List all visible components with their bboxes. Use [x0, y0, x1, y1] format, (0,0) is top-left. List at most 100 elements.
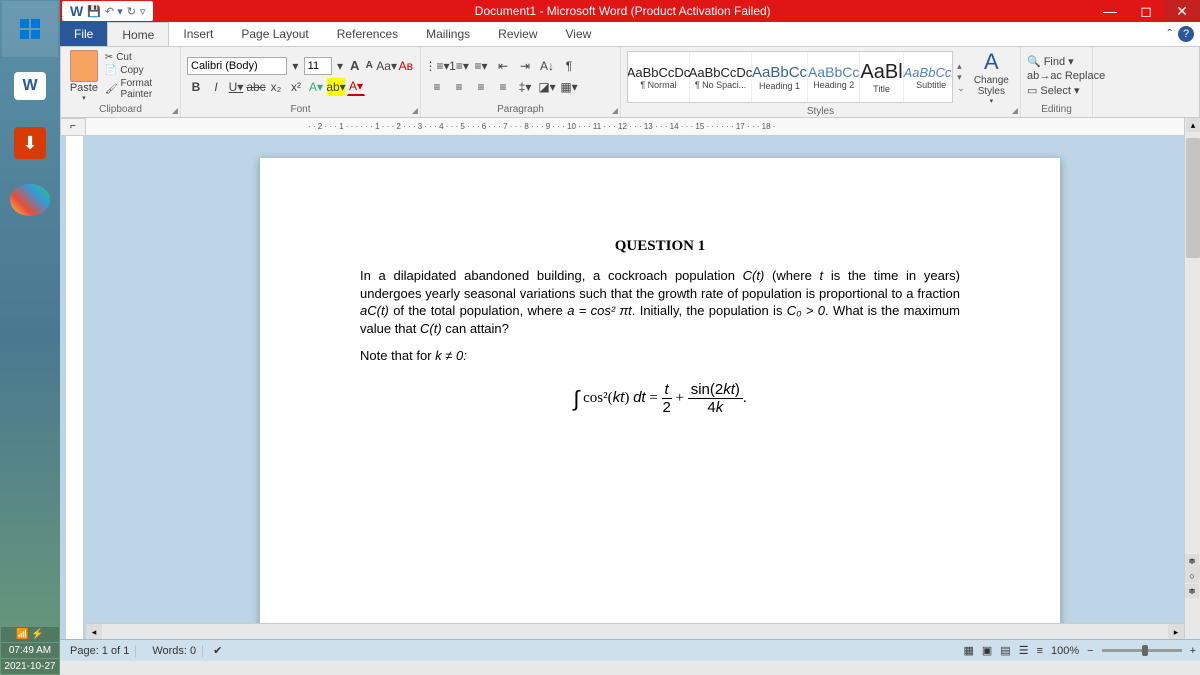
- tab-home[interactable]: Home: [107, 22, 169, 46]
- close-button[interactable]: ✕: [1164, 0, 1200, 22]
- scroll-thumb[interactable]: [1186, 138, 1200, 258]
- font-name-input[interactable]: [187, 57, 287, 75]
- shading-button[interactable]: ◪▾: [537, 78, 557, 96]
- tab-insert[interactable]: Insert: [169, 22, 227, 46]
- scroll-up-icon[interactable]: ▴: [1186, 118, 1200, 132]
- align-right-button[interactable]: ≡: [471, 78, 491, 96]
- document-page[interactable]: QUESTION 1 In a dilapidated abandoned bu…: [260, 158, 1060, 639]
- replace-button[interactable]: ab→ac Replace: [1027, 69, 1086, 83]
- word-app-icon[interactable]: W: [2, 58, 58, 114]
- style-gallery-down-icon[interactable]: ▾: [957, 72, 965, 83]
- font-dialog-launcher-icon[interactable]: ◢: [412, 106, 418, 115]
- help-icon[interactable]: ?: [1178, 26, 1194, 42]
- superscript-button[interactable]: x²: [287, 78, 305, 96]
- decrease-indent-button[interactable]: ⇤: [493, 57, 513, 75]
- undo-icon[interactable]: ↶ ▾: [105, 5, 123, 18]
- paint-app-icon[interactable]: [2, 172, 58, 228]
- numbering-button[interactable]: 1≡▾: [449, 57, 469, 75]
- zoom-in-icon[interactable]: +: [1190, 645, 1196, 657]
- grow-font-button[interactable]: A: [348, 57, 361, 75]
- browse-object-icon[interactable]: ○: [1185, 569, 1199, 583]
- redo-icon[interactable]: ↻: [127, 5, 136, 18]
- font-name-dropdown-icon[interactable]: ▾: [289, 57, 302, 75]
- zoom-level[interactable]: 100%: [1051, 645, 1079, 657]
- maximize-button[interactable]: ◻: [1128, 0, 1164, 22]
- bold-button[interactable]: B: [187, 78, 205, 96]
- zoom-out-icon[interactable]: −: [1087, 645, 1093, 657]
- strikethrough-button[interactable]: abc: [247, 78, 265, 96]
- pdf-app-icon[interactable]: ⬇: [2, 115, 58, 171]
- clear-formatting-button[interactable]: Aʙ: [398, 57, 414, 75]
- tab-references[interactable]: References: [323, 22, 412, 46]
- style-heading-2[interactable]: AaBbCcHeading 2: [808, 52, 860, 102]
- tab-page-layout[interactable]: Page Layout: [227, 22, 322, 46]
- tab-mailings[interactable]: Mailings: [412, 22, 484, 46]
- show-marks-button[interactable]: ¶: [559, 57, 579, 75]
- tab-file[interactable]: File: [60, 22, 107, 46]
- proofing-icon[interactable]: ✔: [213, 644, 222, 657]
- text-effects-button[interactable]: A▾: [307, 78, 325, 96]
- qat-customize-icon[interactable]: ▿: [140, 5, 146, 18]
- styles-dialog-launcher-icon[interactable]: ◢: [1012, 106, 1018, 115]
- clipboard-dialog-launcher-icon[interactable]: ◢: [172, 106, 178, 115]
- tray-date[interactable]: 2021-10-27: [1, 659, 59, 674]
- italic-button[interactable]: I: [207, 78, 225, 96]
- shrink-font-button[interactable]: A: [363, 57, 376, 75]
- multilevel-button[interactable]: ≡▾: [471, 57, 491, 75]
- view-full-screen-icon[interactable]: ▣: [982, 644, 992, 657]
- sort-button[interactable]: A↓: [537, 57, 557, 75]
- font-color-button[interactable]: A▾: [347, 78, 365, 96]
- style-subtitle[interactable]: AaBbCcLSubtitle: [904, 52, 954, 102]
- tab-view[interactable]: View: [552, 22, 606, 46]
- vertical-ruler[interactable]: [66, 136, 84, 639]
- view-outline-icon[interactable]: ☰: [1019, 644, 1029, 657]
- ruler-corner[interactable]: ⌐: [60, 118, 86, 136]
- tray-signal-icon[interactable]: 📶 ⚡: [1, 627, 59, 642]
- windows-start-icon[interactable]: [2, 1, 58, 57]
- horizontal-scrollbar[interactable]: ◂ ▸: [86, 623, 1184, 639]
- paragraph-dialog-launcher-icon[interactable]: ◢: [612, 106, 618, 115]
- justify-button[interactable]: ≡: [493, 78, 513, 96]
- select-button[interactable]: ▭ Select ▾: [1027, 83, 1086, 98]
- format-painter-button[interactable]: 🖌 Format Painter: [105, 77, 174, 101]
- style-heading-1[interactable]: AaBbCcHeading 1: [752, 52, 808, 102]
- view-web-icon[interactable]: ▤: [1000, 644, 1010, 657]
- underline-button[interactable]: U▾: [227, 78, 245, 96]
- align-center-button[interactable]: ≡: [449, 78, 469, 96]
- find-button[interactable]: 🔍 Find ▾: [1027, 54, 1086, 69]
- style-gallery-up-icon[interactable]: ▴: [957, 61, 965, 72]
- word-count[interactable]: Words: 0: [146, 645, 203, 657]
- page-status[interactable]: Page: 1 of 1: [64, 645, 136, 657]
- style-normal[interactable]: AaBbCcDc¶ Normal: [628, 52, 690, 102]
- paste-button[interactable]: Paste ▾: [67, 50, 101, 102]
- style-gallery-more-icon[interactable]: ⌄: [957, 83, 965, 94]
- previous-page-icon[interactable]: ≑: [1185, 554, 1199, 568]
- change-styles-button[interactable]: A Change Styles ▾: [969, 49, 1014, 105]
- minimize-ribbon-icon[interactable]: ˆ: [1167, 26, 1172, 42]
- horizontal-ruler[interactable]: · · 2 · · · 1 · · · · · · 1 · · · 2 · · …: [86, 118, 1184, 136]
- change-case-button[interactable]: Aa▾: [378, 57, 396, 75]
- increase-indent-button[interactable]: ⇥: [515, 57, 535, 75]
- save-icon[interactable]: 💾: [87, 5, 101, 18]
- view-draft-icon[interactable]: ≡: [1037, 645, 1043, 657]
- line-spacing-button[interactable]: ‡▾: [515, 78, 535, 96]
- highlight-button[interactable]: ab▾: [327, 78, 345, 96]
- zoom-slider[interactable]: [1102, 649, 1182, 652]
- style-title[interactable]: AaBlTitle: [860, 52, 903, 102]
- view-print-layout-icon[interactable]: ▦: [963, 644, 973, 657]
- tab-review[interactable]: Review: [484, 22, 551, 46]
- borders-button[interactable]: ▦▾: [559, 78, 579, 96]
- copy-button[interactable]: 📄 Copy: [105, 64, 174, 77]
- tray-time[interactable]: 07:49 AM: [1, 643, 59, 658]
- align-left-button[interactable]: ≡: [427, 78, 447, 96]
- vertical-scrollbar[interactable]: ▴ ▾ ≑ ○ ≑: [1184, 118, 1200, 639]
- style-no-spacing[interactable]: AaBbCcDc¶ No Spaci...: [690, 52, 752, 102]
- minimize-button[interactable]: —: [1092, 0, 1128, 22]
- scroll-left-icon[interactable]: ◂: [86, 624, 102, 639]
- bullets-button[interactable]: ⋮≡▾: [427, 57, 447, 75]
- next-page-icon[interactable]: ≑: [1185, 584, 1199, 598]
- font-size-input[interactable]: [304, 57, 332, 75]
- scroll-right-icon[interactable]: ▸: [1168, 624, 1184, 639]
- style-gallery[interactable]: AaBbCcDc¶ Normal AaBbCcDc¶ No Spaci... A…: [627, 51, 953, 103]
- font-size-dropdown-icon[interactable]: ▾: [334, 57, 347, 75]
